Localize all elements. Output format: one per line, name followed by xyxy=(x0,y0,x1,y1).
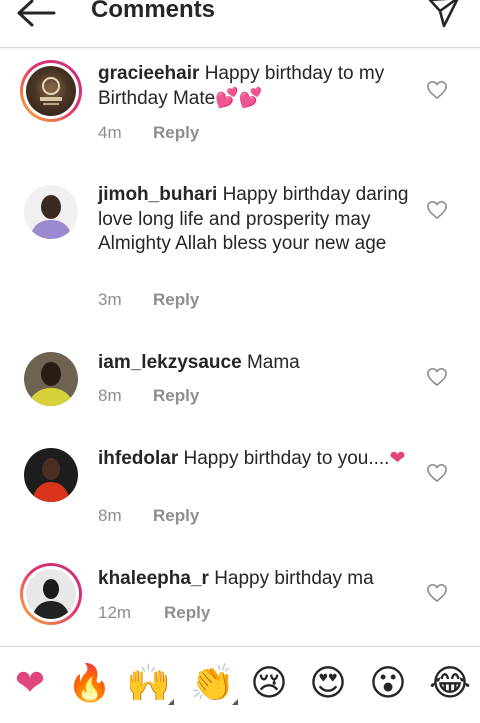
reply-button[interactable]: Reply xyxy=(153,506,199,526)
avatar[interactable] xyxy=(24,185,78,239)
reply-button[interactable]: Reply xyxy=(153,290,199,310)
avatar[interactable] xyxy=(24,352,78,406)
avatar[interactable] xyxy=(20,563,82,625)
reply-button[interactable]: Reply xyxy=(153,386,199,406)
comment-username[interactable]: jimoh_buhari xyxy=(98,184,217,205)
comment-text: Happy birthday ma xyxy=(214,568,374,589)
clapping-hands-emoji-button[interactable]: 👏 xyxy=(190,662,238,705)
heart-outline-icon[interactable] xyxy=(426,583,448,603)
surprised-face-emoji-button[interactable]: 😮 xyxy=(366,663,410,703)
heart-outline-icon[interactable] xyxy=(426,463,448,483)
comment-timestamp: 4m xyxy=(98,123,122,142)
heart-outline-icon[interactable] xyxy=(426,367,448,387)
two-hearts-emoji: 💕💕 xyxy=(215,87,263,109)
clapping-hands-emoji: 👏 xyxy=(190,662,235,703)
heart-emoji: ❤ xyxy=(389,448,406,469)
comment-username[interactable]: khaleepha_r xyxy=(98,568,209,589)
page-title: Comments xyxy=(91,0,216,23)
comment-timestamp: 8m xyxy=(98,386,122,405)
sad-face-emoji-button[interactable]: 😢 xyxy=(247,663,291,703)
raised-hands-emoji-button[interactable]: 🙌 xyxy=(126,662,174,705)
laughing-face-emoji-button[interactable]: 😂 xyxy=(428,663,472,703)
reply-button[interactable]: Reply xyxy=(164,603,210,623)
heart-eyes-emoji-button[interactable]: 😍 xyxy=(306,663,350,703)
comment-text: Happy birthday to you.... xyxy=(183,448,390,469)
emoji-reaction-bar: ❤ 🔥 🙌 👏 😢 😍 😮 😂 xyxy=(0,646,480,723)
avatar[interactable] xyxy=(20,60,82,122)
arrow-left-icon xyxy=(17,0,56,27)
paper-plane-icon xyxy=(428,0,459,28)
comment-timestamp: 12m xyxy=(98,603,132,622)
comment-username[interactable]: ihfedolar xyxy=(98,448,178,469)
top-bar: Comments xyxy=(0,0,480,48)
comment-username[interactable]: iam_lekzysauce xyxy=(98,352,242,373)
comment-timestamp: 3m xyxy=(98,290,122,309)
raised-hands-emoji: 🙌 xyxy=(126,662,171,703)
back-button[interactable] xyxy=(14,0,58,30)
logo-image xyxy=(40,77,62,105)
reply-button[interactable]: Reply xyxy=(153,123,199,143)
skin-tone-variant-indicator xyxy=(232,699,238,705)
fire-emoji-button[interactable]: 🔥 xyxy=(67,663,112,703)
heart-outline-icon[interactable] xyxy=(426,200,448,220)
comment-timestamp: 8m xyxy=(98,506,122,525)
avatar[interactable] xyxy=(24,448,78,502)
skin-tone-variant-indicator xyxy=(168,699,174,705)
heart-outline-icon[interactable] xyxy=(426,80,448,100)
heart-emoji-button[interactable]: ❤ xyxy=(8,663,52,703)
comment-text: Mama xyxy=(246,352,300,373)
send-button[interactable] xyxy=(424,0,464,30)
comment-username[interactable]: gracieehair xyxy=(98,63,199,84)
